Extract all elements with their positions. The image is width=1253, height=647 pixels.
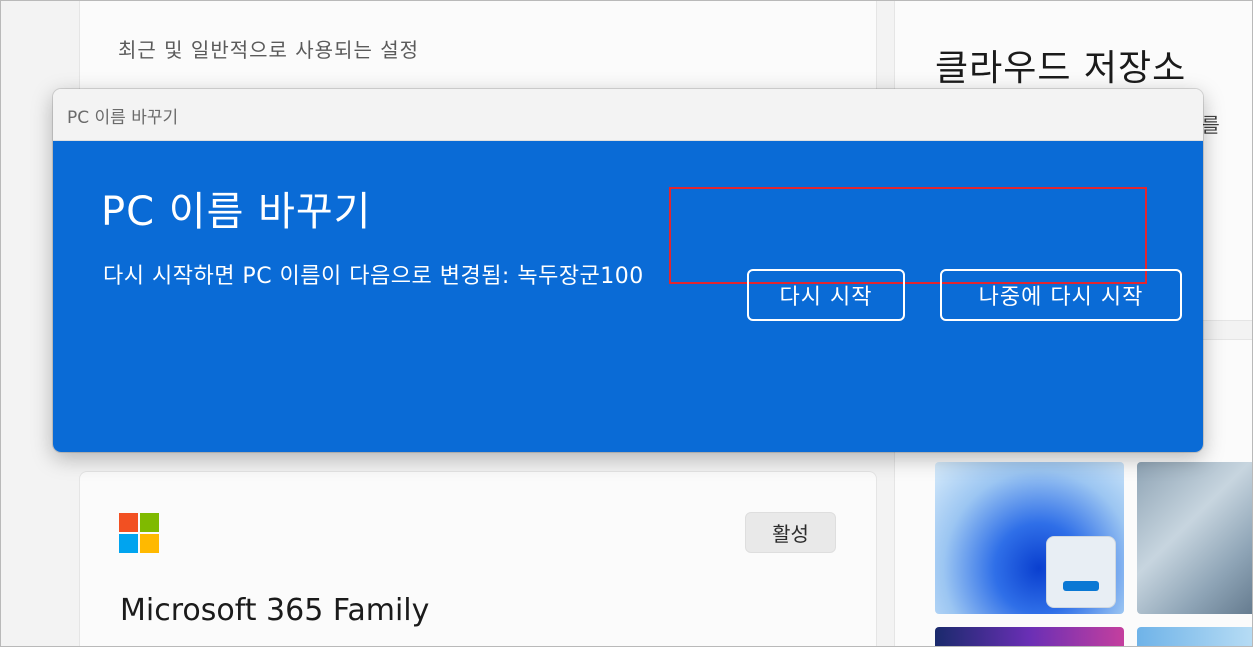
taskbar-preview-icon: [1046, 536, 1116, 608]
dialog-message: 다시 시작하면 PC 이름이 다음으로 변경됨: 녹두장군100: [103, 264, 644, 289]
dialog-heading: PC 이름 바꾸기: [101, 189, 372, 235]
microsoft-365-title: Microsoft 365 Family: [120, 593, 430, 628]
settings-window: 최근 및 일반적으로 사용되는 설정 클라우드 저장소 보를 활성 Micros…: [0, 0, 1253, 647]
recent-settings-label: 최근 및 일반적으로 사용되는 설정: [118, 38, 420, 62]
dialog-titlebar[interactable]: PC 이름 바꾸기: [53, 89, 1203, 141]
cloud-storage-title: 클라우드 저장소: [935, 48, 1187, 89]
wallpaper-thumbnail[interactable]: [1137, 627, 1252, 646]
taskbar-preview-bar: [1063, 581, 1099, 591]
wallpaper-thumbnail[interactable]: [1137, 462, 1252, 614]
restart-later-button[interactable]: 나중에 다시 시작: [940, 269, 1182, 321]
dialog-window-title: PC 이름 바꾸기: [67, 108, 179, 128]
microsoft-logo-icon: [119, 513, 159, 553]
restart-now-button[interactable]: 다시 시작: [747, 269, 905, 321]
wallpaper-thumbnail[interactable]: [935, 627, 1124, 646]
status-badge: 활성: [745, 512, 836, 553]
